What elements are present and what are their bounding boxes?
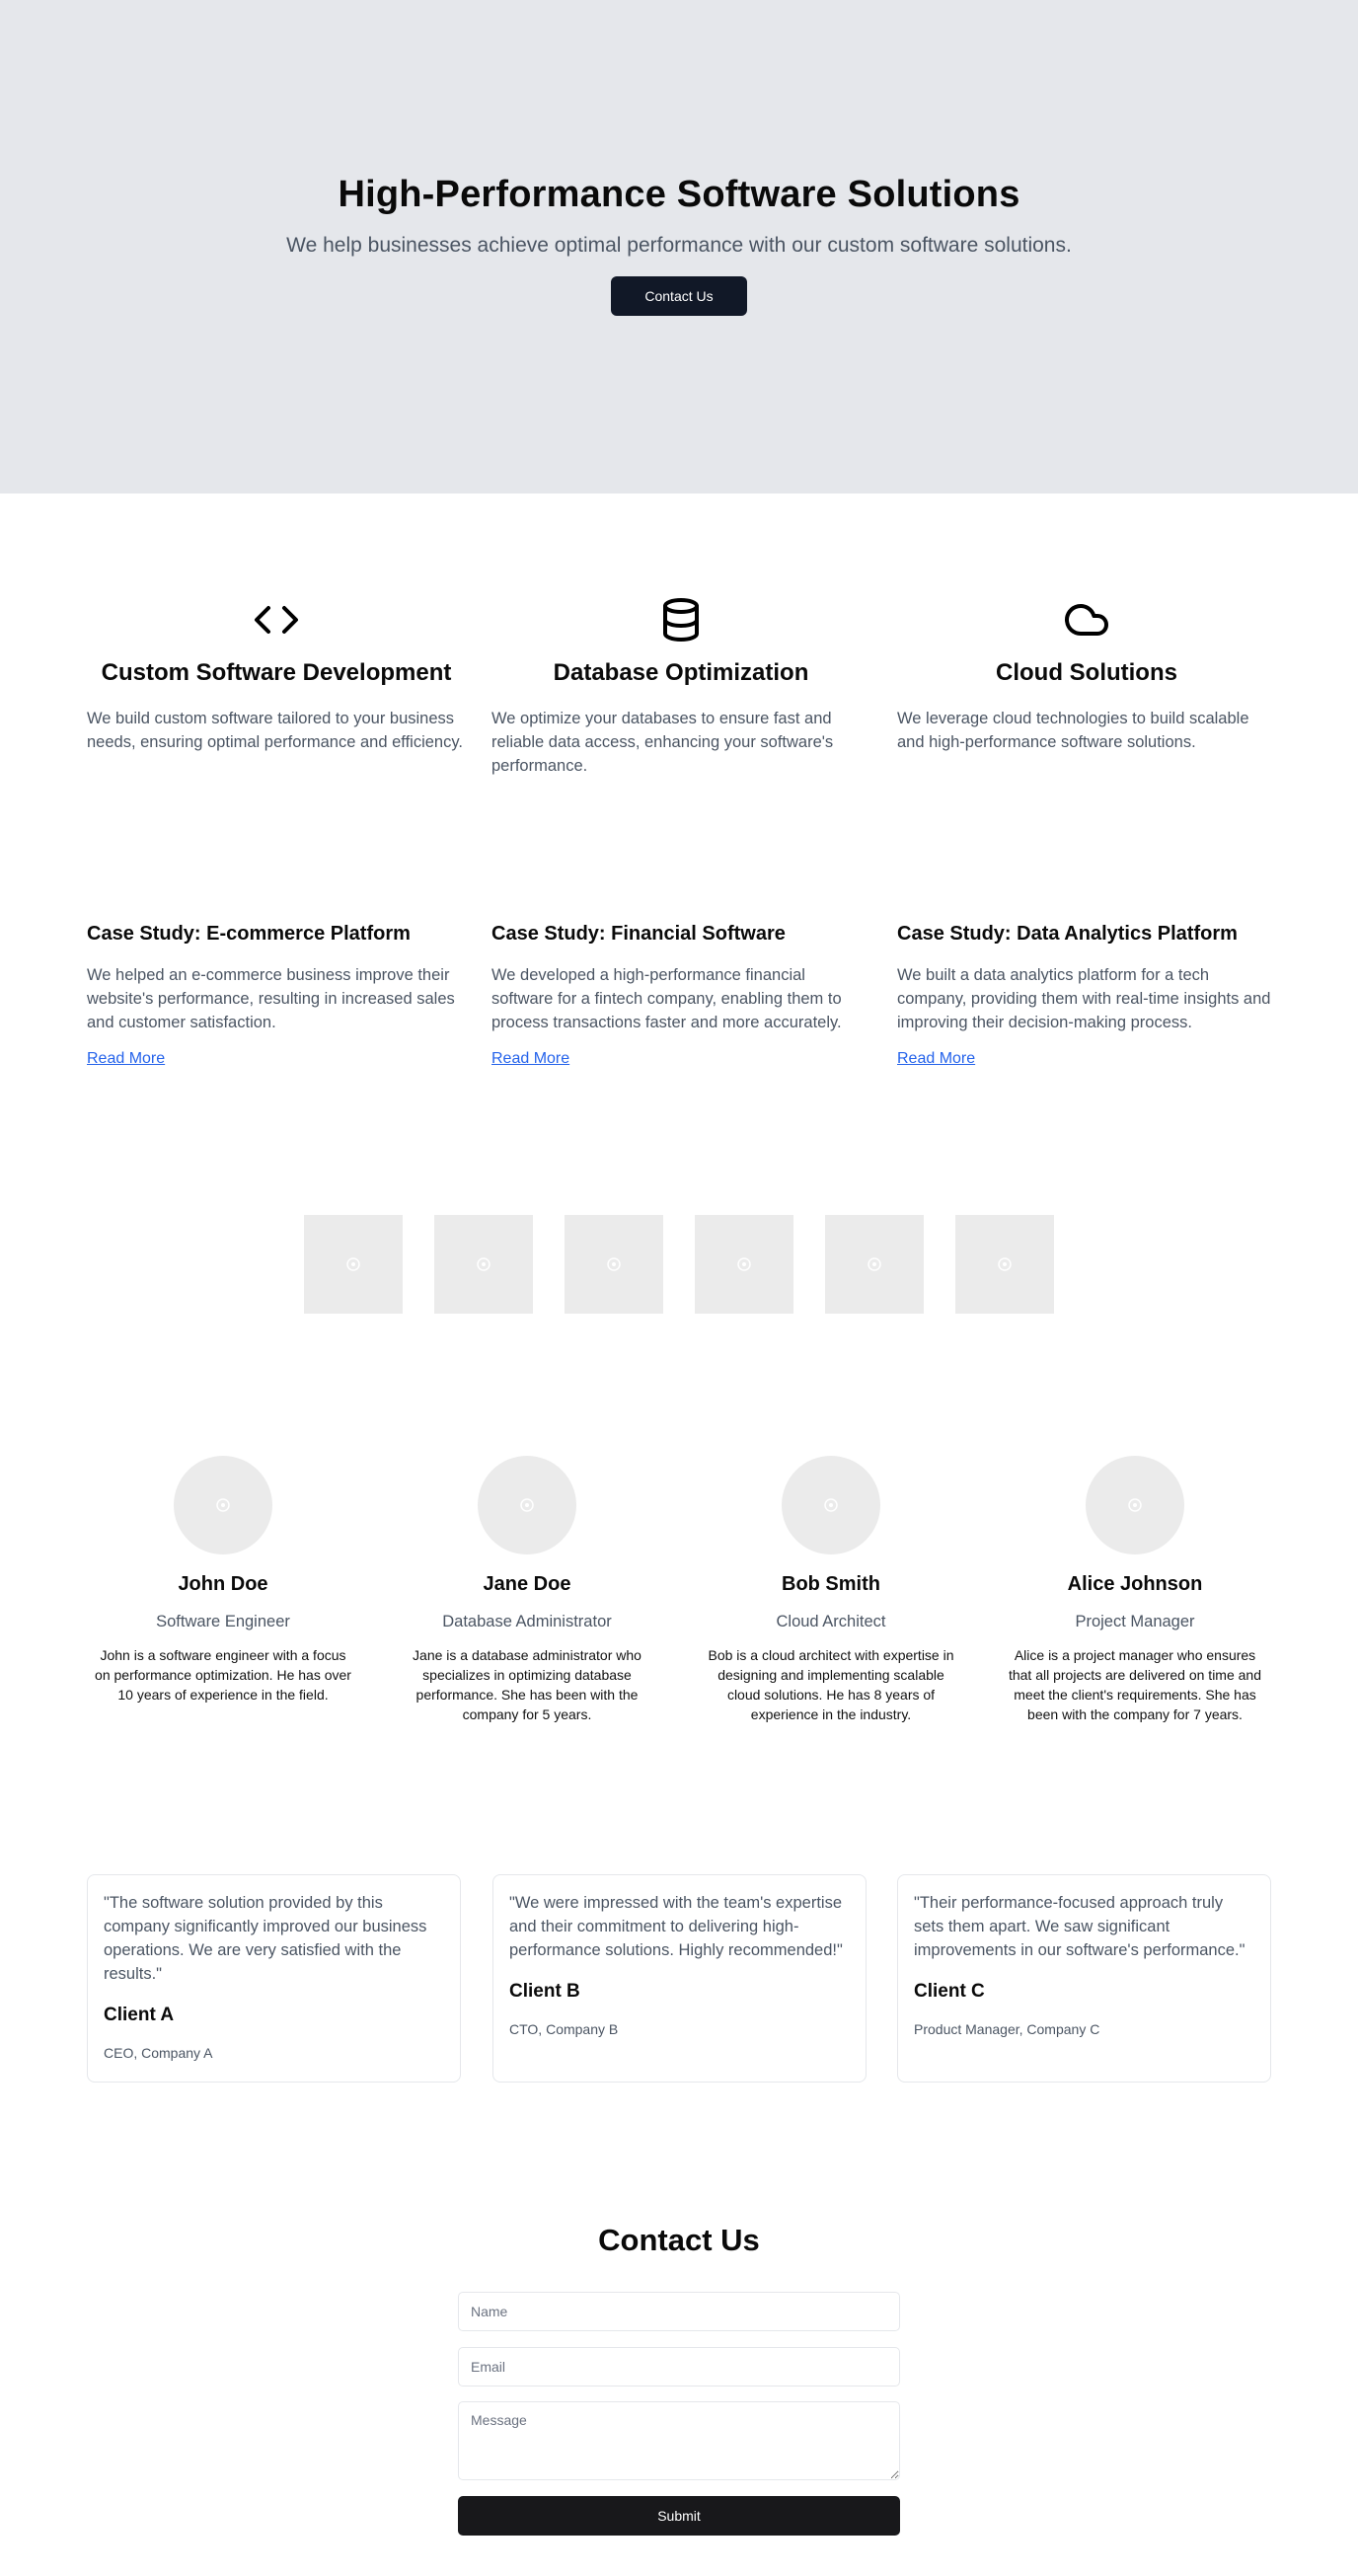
code-icon xyxy=(87,596,466,644)
team-member-card: Bob Smith Cloud Architect Bob is a cloud… xyxy=(693,1456,969,1724)
member-role: Database Administrator xyxy=(442,1613,612,1630)
member-name: John Doe xyxy=(178,1573,268,1595)
member-role: Cloud Architect xyxy=(776,1613,886,1630)
database-icon xyxy=(491,596,870,644)
service-description: We leverage cloud technologies to build … xyxy=(897,710,1249,751)
image-placeholder-icon xyxy=(1128,1498,1142,1512)
testimonial-quote: "The software solution provided by this … xyxy=(104,1894,427,1983)
member-name: Alice Johnson xyxy=(1067,1573,1203,1595)
image-placeholder-icon xyxy=(824,1498,838,1512)
image-placeholder-icon xyxy=(737,1257,751,1271)
client-logo xyxy=(825,1215,924,1314)
image-placeholder-icon xyxy=(868,1257,881,1271)
client-logo xyxy=(304,1215,403,1314)
service-title: Database Optimization xyxy=(553,659,809,686)
service-title: Custom Software Development xyxy=(101,659,452,686)
client-logo xyxy=(695,1215,793,1314)
team-member-card: Jane Doe Database Administrator Jane is … xyxy=(389,1456,665,1724)
image-placeholder-icon xyxy=(998,1257,1012,1271)
hero-subtitle: We help businesses achieve optimal perfo… xyxy=(286,234,1072,257)
case-study-description: We built a data analytics platform for a… xyxy=(897,966,1271,1031)
client-logo xyxy=(565,1215,663,1314)
hero-section: High-Performance Software Solutions We h… xyxy=(0,0,1358,493)
image-placeholder-icon xyxy=(477,1257,490,1271)
case-study-title: Case Study: E-commerce Platform xyxy=(87,923,411,945)
testimonial-client-title: CEO, Company A xyxy=(104,2045,213,2061)
case-study-title: Case Study: Data Analytics Platform xyxy=(897,923,1238,945)
case-study-card: Case Study: E-commerce Platform We helpe… xyxy=(87,920,466,1068)
case-study-description: We developed a high-performance financia… xyxy=(491,966,842,1031)
client-logo xyxy=(434,1215,533,1314)
member-bio: Jane is a database administrator who spe… xyxy=(413,1647,641,1722)
avatar xyxy=(478,1456,576,1554)
case-study-title: Case Study: Financial Software xyxy=(491,923,786,945)
submit-button[interactable]: Submit xyxy=(458,2496,900,2536)
message-field[interactable] xyxy=(458,2401,900,2480)
cloud-icon xyxy=(897,596,1276,644)
service-description: We optimize your databases to ensure fas… xyxy=(491,710,834,775)
contact-title: Contact Us xyxy=(598,2223,760,2257)
testimonial-client: Client B xyxy=(509,1981,580,2002)
testimonial-client-title: CTO, Company B xyxy=(509,2021,619,2037)
member-name: Bob Smith xyxy=(782,1573,880,1595)
member-role: Project Manager xyxy=(1075,1613,1195,1630)
image-placeholder-icon xyxy=(607,1257,621,1271)
read-more-link[interactable]: Read More xyxy=(87,1050,466,1068)
avatar xyxy=(782,1456,880,1554)
image-placeholder-icon xyxy=(520,1498,534,1512)
testimonial-client: Client A xyxy=(104,2005,175,2025)
image-placeholder-icon xyxy=(346,1257,360,1271)
testimonial-client: Client C xyxy=(914,1981,985,2002)
client-logo xyxy=(955,1215,1054,1314)
read-more-link[interactable]: Read More xyxy=(897,1050,1276,1068)
hero-title: High-Performance Software Solutions xyxy=(338,174,1020,215)
testimonial-card: "We were impressed with the team's exper… xyxy=(492,1874,867,2083)
image-placeholder-icon xyxy=(216,1498,230,1512)
team-member-card: Alice Johnson Project Manager Alice is a… xyxy=(997,1456,1273,1724)
service-description: We build custom software tailored to you… xyxy=(87,710,463,751)
team-member-card: John Doe Software Engineer John is a sof… xyxy=(85,1456,361,1705)
testimonial-card: "The software solution provided by this … xyxy=(87,1874,461,2083)
testimonial-quote: "We were impressed with the team's exper… xyxy=(509,1894,843,1959)
testimonial-quote: "Their performance-focused approach trul… xyxy=(914,1894,1245,1959)
service-title: Cloud Solutions xyxy=(996,659,1177,686)
testimonial-client-title: Product Manager, Company C xyxy=(914,2021,1100,2037)
email-field[interactable] xyxy=(458,2347,900,2387)
case-study-description: We helped an e-commerce business improve… xyxy=(87,966,455,1031)
member-bio: Bob is a cloud architect with expertise … xyxy=(708,1647,954,1722)
member-bio: John is a software engineer with a focus… xyxy=(95,1647,351,1703)
member-name: Jane Doe xyxy=(483,1573,571,1595)
member-role: Software Engineer xyxy=(156,1613,290,1630)
case-study-card: Case Study: Financial Software We develo… xyxy=(491,920,870,1068)
avatar xyxy=(174,1456,272,1554)
contact-us-button[interactable]: Contact Us xyxy=(611,276,747,316)
avatar xyxy=(1086,1456,1184,1554)
testimonial-card: "Their performance-focused approach trul… xyxy=(897,1874,1271,2083)
name-field[interactable] xyxy=(458,2292,900,2331)
member-bio: Alice is a project manager who ensures t… xyxy=(1008,1647,1262,1722)
case-study-card: Case Study: Data Analytics Platform We b… xyxy=(897,920,1276,1068)
read-more-link[interactable]: Read More xyxy=(491,1050,870,1068)
